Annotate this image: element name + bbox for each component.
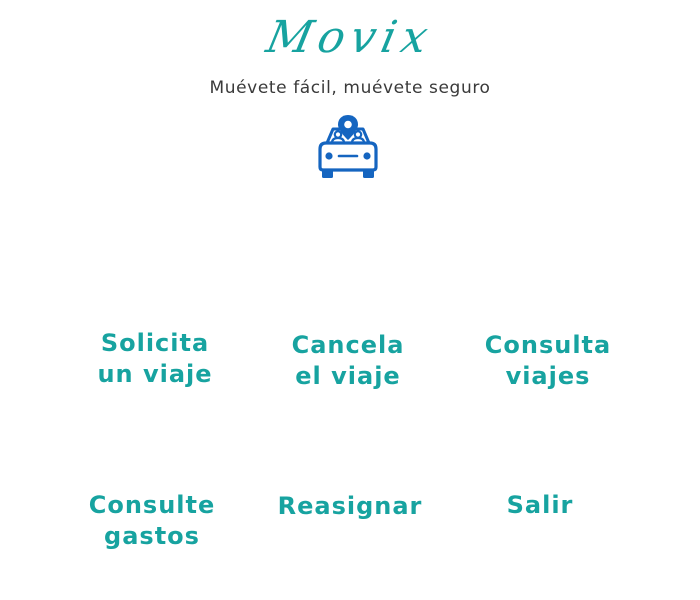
view-expenses-button[interactable]: Consulte gastos xyxy=(72,488,232,554)
exit-button[interactable]: Salir xyxy=(500,488,580,522)
app-brand: Movix xyxy=(262,12,439,63)
reassign-button[interactable]: Reasignar xyxy=(268,488,432,524)
car-location-pin-icon xyxy=(318,115,378,178)
request-trip-button[interactable]: Solicita un viaje xyxy=(75,326,235,392)
cancel-trip-button[interactable]: Cancela el viaje xyxy=(268,328,428,394)
app-tagline: Muévete fácil, muévete seguro xyxy=(209,78,491,98)
view-trips-button[interactable]: Consulta viajes xyxy=(468,328,628,394)
